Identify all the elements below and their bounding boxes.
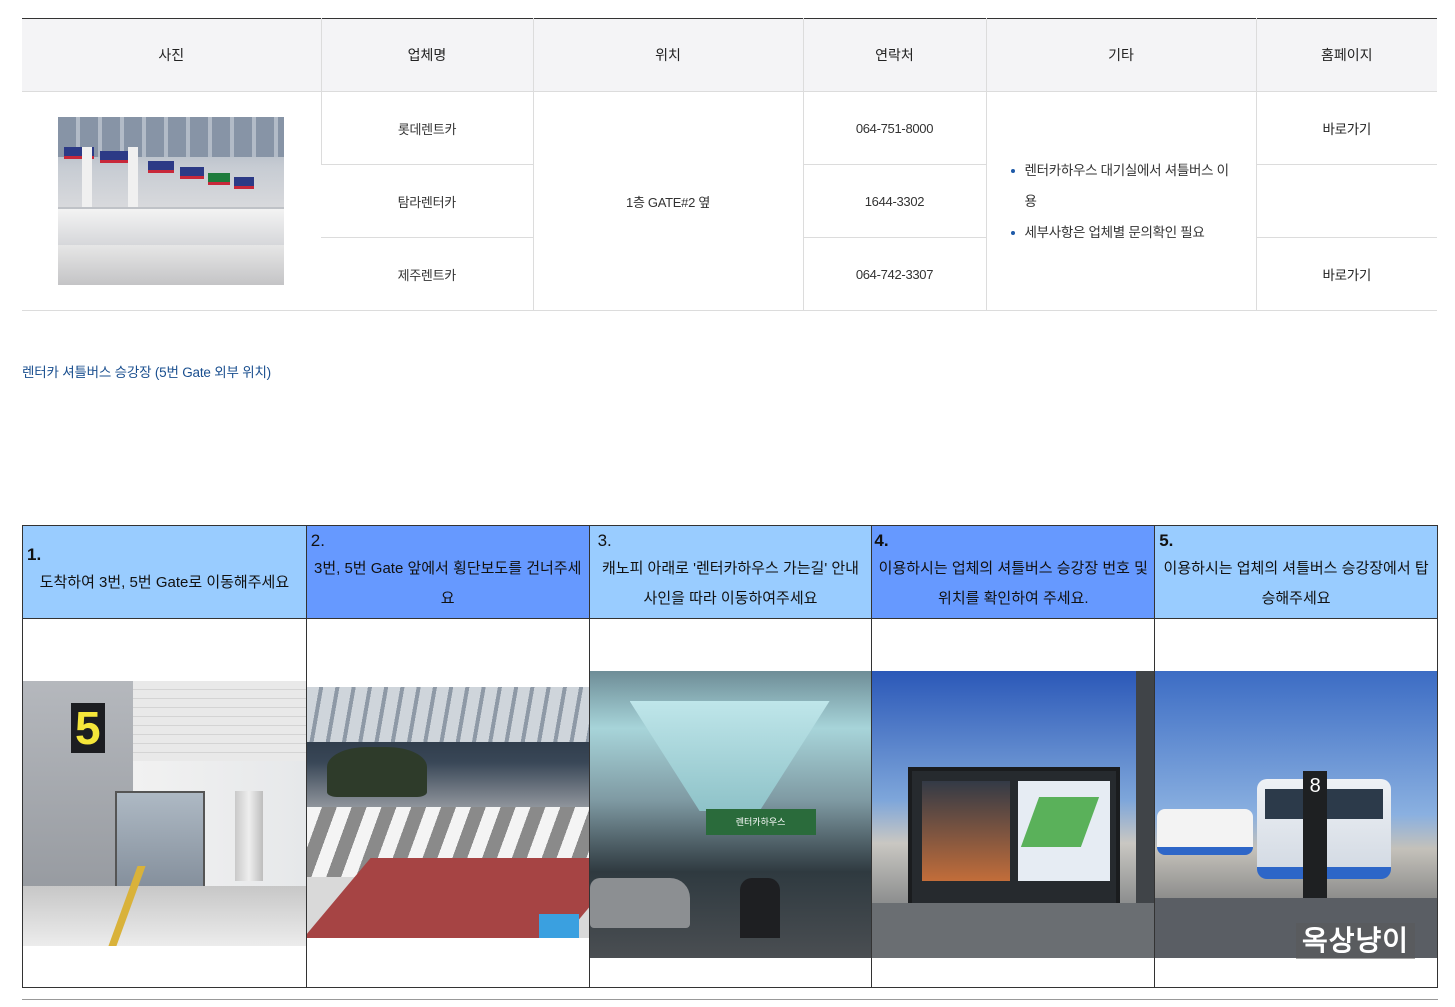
note-item: 렌터카하우스 대기실에서 셔틀버스 이용 (1010, 155, 1232, 217)
step-header: 2. 3번, 5번 Gate 앞에서 횡단보도를 건너주세요 (306, 526, 589, 619)
location-value: 1층 GATE#2 옆 (532, 91, 803, 311)
step-photo-cell: 8 옥상냥이 (1155, 619, 1437, 987)
step-number: 1. (27, 545, 42, 564)
header-etc: 기타 (985, 18, 1256, 92)
shuttle-bus-photo: 8 (1155, 671, 1437, 958)
note-item: 세부사항은 업체별 문의확인 필요 (1010, 217, 1232, 248)
info-board-photo (872, 671, 1155, 958)
step-header: 1. 도착하여 3번, 5번 Gate로 이동해주세요 (23, 526, 306, 619)
step-column-5: 5. 이용하시는 업체의 셔틀버스 승강장에서 탑승해주세요 8 옥상냥이 (1154, 526, 1437, 987)
step-photo-cell (306, 619, 589, 987)
step-column-1: 1. 도착하여 3번, 5번 Gate로 이동해주세요 5 (23, 526, 306, 987)
rental-company-table: 사진 업체명 위치 연락처 기타 홈페이지 롯데렌트카 1층 GATE#2 옆 … (22, 18, 1437, 311)
phone-number: 064-751-8000 (802, 91, 986, 165)
step-column-3: 3. 캐노피 아래로 '렌터카하우스 가는길' 안내 사인을 따라 이동하여주세… (588, 526, 872, 987)
step-column-4: 4. 이용하시는 업체의 셔틀버스 승강장 번호 및 위치를 확인하여 주세요. (871, 526, 1155, 987)
header-contact: 연락처 (802, 18, 986, 92)
step-number: 2. (310, 531, 325, 550)
step-text: 이용하시는 업체의 셔틀버스 승강장 번호 및 위치를 확인하여 주세요. (878, 560, 1148, 607)
step-number: 3. (597, 531, 612, 550)
phone-number: 064-742-3307 (802, 237, 986, 311)
header-location: 위치 (532, 18, 803, 92)
step-photo-cell: 5 (23, 619, 306, 987)
gate-5-photo: 5 (23, 681, 306, 946)
rental-counter-photo (58, 117, 285, 285)
divider (22, 999, 1438, 1000)
notes-list: 렌터카하우스 대기실에서 셔틀버스 이용 세부사항은 업체별 문의확인 필요 (1010, 155, 1232, 248)
step-photo-cell: 렌터카하우스 (589, 619, 872, 987)
table-row: 롯데렌트카 1층 GATE#2 옆 064-751-8000 렌터카하우스 대기… (22, 91, 1437, 311)
shuttle-steps-table: 1. 도착하여 3번, 5번 Gate로 이동해주세요 5 2. 3번, 5번 … (22, 525, 1438, 988)
step-header: 5. 이용하시는 업체의 셔틀버스 승강장에서 탑승해주세요 (1155, 526, 1437, 619)
step-text: 3번, 5번 Gate 앞에서 횡단보도를 건너주세요 (313, 560, 582, 607)
shuttle-stop-caption: 렌터카 셔틀버스 승강장 (5번 Gate 외부 위치) (22, 365, 271, 380)
step-column-2: 2. 3번, 5번 Gate 앞에서 횡단보도를 건너주세요 (305, 526, 589, 987)
homepage-cell-empty (1255, 164, 1437, 238)
step-number: 5. (1159, 531, 1174, 550)
phone-number: 1644-3302 (802, 164, 986, 238)
company-name: 탐라렌터카 (321, 164, 533, 238)
step-header: 3. 캐노피 아래로 '렌터카하우스 가는길' 안내 사인을 따라 이동하여주세… (589, 526, 872, 619)
step-photo-cell (872, 619, 1155, 987)
header-photo: 사진 (22, 18, 321, 92)
step-header: 4. 이용하시는 업체의 셔틀버스 승강장 번호 및 위치를 확인하여 주세요. (872, 526, 1155, 619)
watermark: 옥상냥이 (1295, 923, 1415, 959)
rentacar-house-sign: 렌터카하우스 (705, 809, 816, 835)
notes-cell: 렌터카하우스 대기실에서 셔틀버스 이용 세부사항은 업체별 문의확인 필요 (985, 91, 1256, 311)
canopy-walkway-photo: 렌터카하우스 (589, 671, 872, 958)
homepage-link[interactable]: 바로가기 (1255, 237, 1437, 311)
step-text: 캐노피 아래로 '렌터카하우스 가는길' 안내 사인을 따라 이동하여주세요 (601, 560, 859, 607)
homepage-link[interactable]: 바로가기 (1255, 91, 1437, 165)
gate-number-sign: 5 (71, 703, 105, 753)
crosswalk-photo (306, 687, 589, 938)
header-homepage: 홈페이지 (1255, 18, 1437, 92)
step-text: 이용하시는 업체의 셔틀버스 승강장에서 탑승해주세요 (1163, 560, 1429, 607)
company-name: 제주렌트카 (321, 237, 533, 311)
table-header-row: 사진 업체명 위치 연락처 기타 홈페이지 (22, 18, 1437, 92)
header-company: 업체명 (320, 18, 533, 92)
photo-cell (22, 91, 321, 311)
step-number: 4. (874, 531, 889, 550)
step-text: 도착하여 3번, 5번 Gate로 이동해주세요 (39, 574, 290, 591)
company-name: 롯데렌트카 (320, 91, 533, 165)
